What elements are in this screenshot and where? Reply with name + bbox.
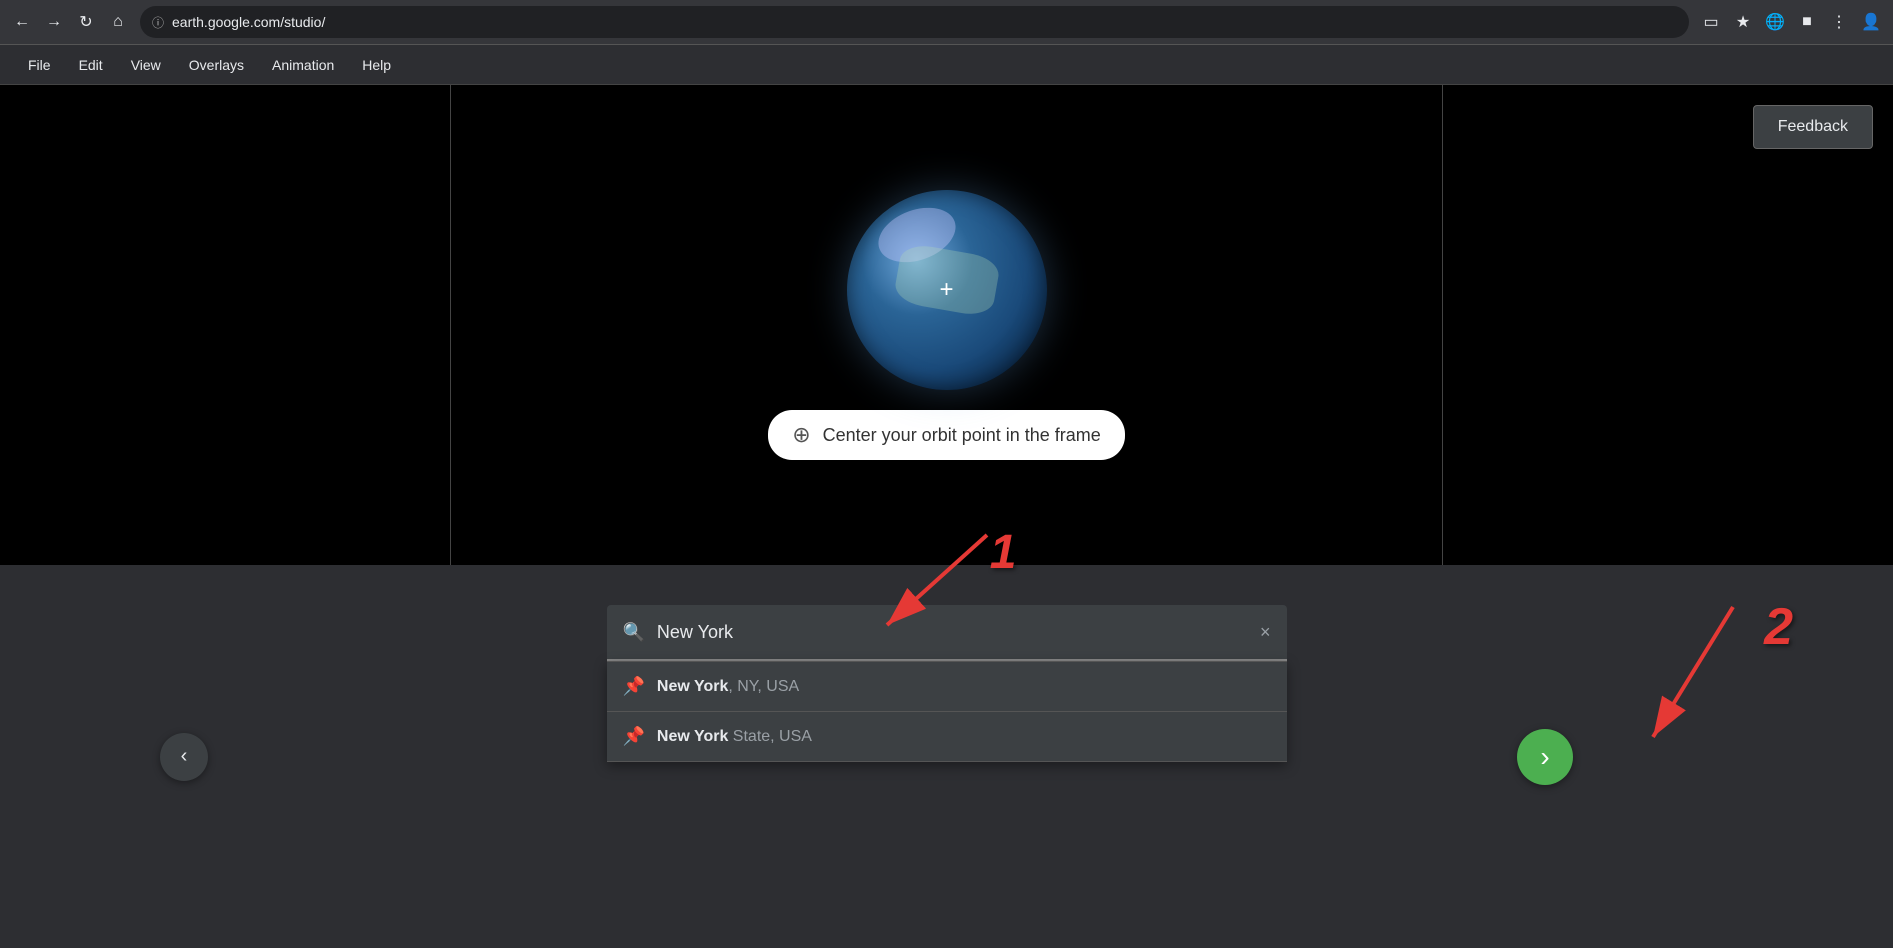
back-button[interactable]: ‹ xyxy=(160,733,208,781)
feedback-button[interactable]: Feedback xyxy=(1753,105,1873,149)
browser-actions: ▭ ★ 🌐 ■ ⋮ 👤 xyxy=(1697,8,1885,36)
next-icon: › xyxy=(1540,741,1549,773)
security-icon: ⓘ xyxy=(152,14,164,31)
address-bar[interactable]: ⓘ earth.google.com/studio/ xyxy=(140,6,1689,38)
bookmark-button[interactable]: ★ xyxy=(1729,8,1757,36)
next-button[interactable]: › xyxy=(1517,729,1573,785)
back-nav-button[interactable]: ← xyxy=(8,8,36,36)
location-icon-1: 📌 xyxy=(623,726,645,747)
forward-nav-button[interactable]: → xyxy=(40,8,68,36)
search-result-1[interactable]: 📌 New York State, USA xyxy=(607,712,1287,762)
orbit-tooltip[interactable]: ⊕ Center your orbit point in the frame xyxy=(768,410,1125,460)
globe-section: Feedback + ⊕ Center your orbit point in … xyxy=(0,85,1893,565)
menu-file[interactable]: File xyxy=(16,51,63,79)
menu-edit[interactable]: Edit xyxy=(67,51,115,79)
annotation-number-2: 2 xyxy=(1764,597,1793,657)
right-divider xyxy=(1442,85,1443,565)
search-input[interactable] xyxy=(657,622,1260,643)
screen-cast-button[interactable]: ▭ xyxy=(1697,8,1725,36)
globe-container: + xyxy=(847,190,1047,390)
orbit-tooltip-text: Center your orbit point in the frame xyxy=(823,425,1101,446)
orbit-icon: ⊕ xyxy=(792,422,810,448)
browser-chrome: ← → ↻ ⌂ ⓘ earth.google.com/studio/ ▭ ★ 🌐… xyxy=(0,0,1893,45)
earth-globe[interactable]: + xyxy=(847,190,1047,390)
crosshair-icon: + xyxy=(939,276,953,304)
globe-browser-button[interactable]: 🌐 xyxy=(1761,8,1789,36)
search-icon: 🔍 xyxy=(623,622,645,643)
bottom-section: ‹ 1 🔍 × xyxy=(0,565,1893,948)
location-icon-0: 📌 xyxy=(623,676,645,697)
search-dropdown: 📌 New York, NY, USA 📌 New York State, US… xyxy=(607,661,1287,762)
app-menubar: File Edit View Overlays Animation Help xyxy=(0,45,1893,85)
url-text: earth.google.com/studio/ xyxy=(172,14,1677,30)
nav-buttons: ← → ↻ ⌂ xyxy=(8,8,132,36)
reload-button[interactable]: ↻ xyxy=(72,8,100,36)
main-content: Feedback + ⊕ Center your orbit point in … xyxy=(0,85,1893,948)
annotation-2: 2 xyxy=(1613,597,1793,762)
left-divider xyxy=(450,85,451,565)
result-text-0: New York, NY, USA xyxy=(657,678,799,696)
more-menu-button[interactable]: ⋮ xyxy=(1825,8,1853,36)
menu-animation[interactable]: Animation xyxy=(260,51,346,79)
result-text-1: New York State, USA xyxy=(657,728,812,746)
clear-search-button[interactable]: × xyxy=(1260,622,1271,643)
browser-toolbar: ← → ↻ ⌂ ⓘ earth.google.com/studio/ ▭ ★ 🌐… xyxy=(0,0,1893,44)
menu-help[interactable]: Help xyxy=(350,51,403,79)
search-input-wrapper: 🔍 × xyxy=(607,605,1287,661)
home-button[interactable]: ⌂ xyxy=(104,8,132,36)
menu-view[interactable]: View xyxy=(119,51,173,79)
search-result-0[interactable]: 📌 New York, NY, USA xyxy=(607,662,1287,712)
extensions-button[interactable]: ■ xyxy=(1793,8,1821,36)
menu-overlays[interactable]: Overlays xyxy=(177,51,256,79)
profile-button[interactable]: 👤 xyxy=(1857,8,1885,36)
search-area: 1 🔍 × 📌 New York, NY, USA 📌 xyxy=(607,605,1287,762)
